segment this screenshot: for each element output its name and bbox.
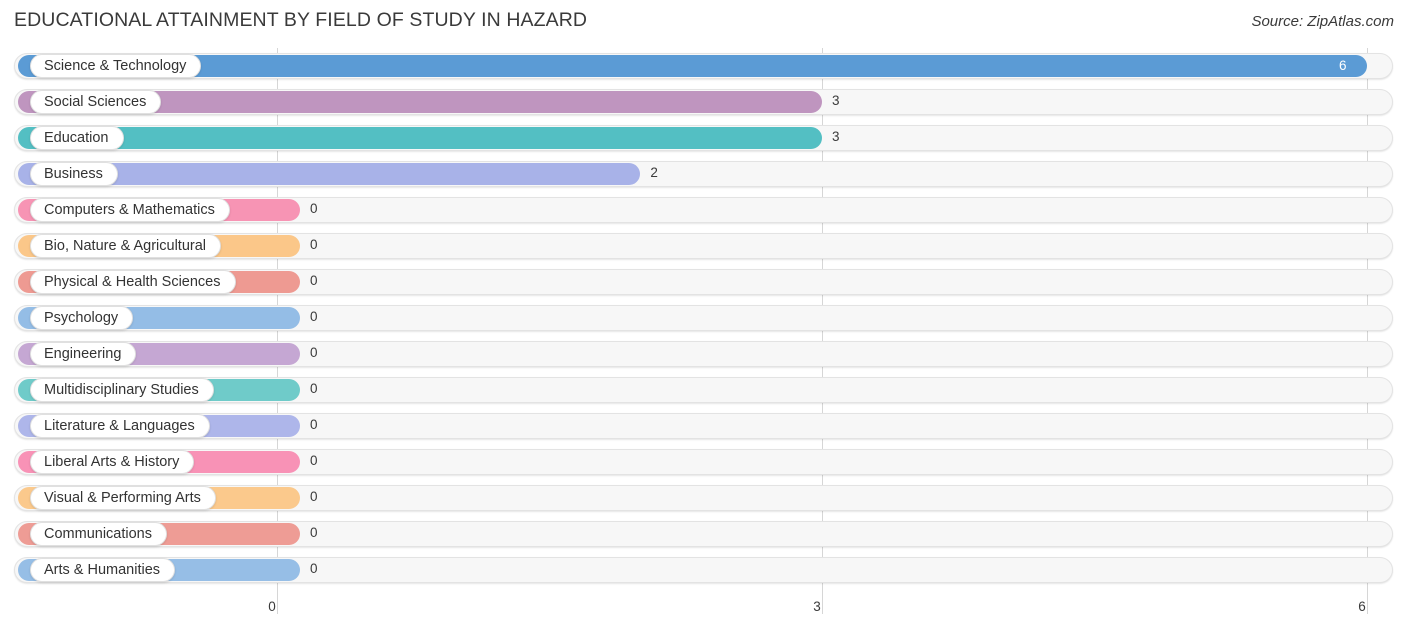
bar-row: Multidisciplinary Studies 0 <box>0 372 1406 408</box>
bar-row: Science & Technology 6 <box>0 48 1406 84</box>
bar-row: Arts & Humanities 0 <box>0 552 1406 588</box>
category-label-pill[interactable]: Arts & Humanities <box>30 558 176 582</box>
bar-value-label: 0 <box>310 453 318 468</box>
bar-row: Business 2 <box>0 156 1406 192</box>
value-bar[interactable] <box>18 127 822 149</box>
category-label-pill[interactable]: Computers & Mathematics <box>30 198 230 222</box>
x-axis-tick-label: 6 <box>1358 599 1366 614</box>
category-label: Liberal Arts & History <box>44 453 180 470</box>
category-label: Science & Technology <box>44 57 187 74</box>
category-label: Visual & Performing Arts <box>44 489 201 506</box>
bar-row: Education 3 <box>0 120 1406 156</box>
category-label-pill[interactable]: Liberal Arts & History <box>30 450 195 474</box>
bar-value-label: 0 <box>310 345 318 360</box>
chart-plot-area: Science & Technology 6 Social Sciences 3 Edu… <box>0 48 1406 596</box>
category-label: Multidisciplinary Studies <box>44 381 199 398</box>
bar-row: Physical & Health Sciences 0 <box>0 264 1406 300</box>
bar-row: Communications 0 <box>0 516 1406 552</box>
category-label-pill[interactable]: Business <box>30 162 118 186</box>
bar-row: Engineering 0 <box>0 336 1406 372</box>
tick-mark <box>277 596 278 614</box>
bar-value-label: 0 <box>310 309 318 324</box>
category-label-pill[interactable]: Social Sciences <box>30 90 162 114</box>
category-label-pill[interactable]: Physical & Health Sciences <box>30 270 236 294</box>
category-label: Education <box>44 129 109 146</box>
category-label-pill[interactable]: Communications <box>30 522 167 546</box>
bar-value-label: 2 <box>650 165 658 180</box>
source-attribution: Source: ZipAtlas.com <box>1251 13 1394 30</box>
category-label-pill[interactable]: Education <box>30 126 124 150</box>
value-bar[interactable] <box>18 55 1367 77</box>
bar-value-label: 3 <box>832 93 840 108</box>
bar-value-label: 0 <box>310 525 318 540</box>
category-label: Social Sciences <box>44 93 147 110</box>
x-axis-tick-label: 0 <box>268 599 276 614</box>
bar-row: Social Sciences 3 <box>0 84 1406 120</box>
bar-value-label: 0 <box>310 381 318 396</box>
category-label-pill[interactable]: Bio, Nature & Agricultural <box>30 234 221 258</box>
category-label: Engineering <box>44 345 122 362</box>
category-label: Literature & Languages <box>44 417 195 434</box>
bar-rows: Science & Technology 6 Social Sciences 3 Edu… <box>0 48 1406 588</box>
bar-value-label: 0 <box>310 237 318 252</box>
category-label: Computers & Mathematics <box>44 201 215 218</box>
bar-row: Liberal Arts & History 0 <box>0 444 1406 480</box>
page-title: EDUCATIONAL ATTAINMENT BY FIELD OF STUDY… <box>14 9 588 31</box>
x-axis: 0 3 6 <box>0 596 1406 632</box>
category-label-pill[interactable]: Psychology <box>30 306 134 330</box>
bar-row: Computers & Mathematics 0 <box>0 192 1406 228</box>
tick-mark <box>822 596 823 614</box>
bar-value-label: 3 <box>832 129 840 144</box>
category-label: Psychology <box>44 309 119 326</box>
category-label: Business <box>44 165 103 182</box>
category-label-pill[interactable]: Science & Technology <box>30 54 202 78</box>
bar-value-label: 6 <box>1339 58 1347 73</box>
category-label: Bio, Nature & Agricultural <box>44 237 206 254</box>
bar-row: Visual & Performing Arts 0 <box>0 480 1406 516</box>
category-label: Arts & Humanities <box>44 561 161 578</box>
category-label-pill[interactable]: Literature & Languages <box>30 414 210 438</box>
category-label: Communications <box>44 525 152 542</box>
bar-value-label: 0 <box>310 489 318 504</box>
bar-value-label: 0 <box>310 561 318 576</box>
bar-value-label: 0 <box>310 273 318 288</box>
category-label-pill[interactable]: Engineering <box>30 342 137 366</box>
tick-mark <box>1367 596 1368 614</box>
chart-header: EDUCATIONAL ATTAINMENT BY FIELD OF STUDY… <box>0 0 1406 46</box>
bar-row: Literature & Languages 0 <box>0 408 1406 444</box>
bar-value-label: 0 <box>310 417 318 432</box>
bar-row: Bio, Nature & Agricultural 0 <box>0 228 1406 264</box>
bar-value-label: 0 <box>310 201 318 216</box>
bar-row: Psychology 0 <box>0 300 1406 336</box>
category-label-pill[interactable]: Visual & Performing Arts <box>30 486 216 510</box>
category-label: Physical & Health Sciences <box>44 273 221 290</box>
category-label-pill[interactable]: Multidisciplinary Studies <box>30 378 214 402</box>
x-axis-tick-label: 3 <box>813 599 821 614</box>
